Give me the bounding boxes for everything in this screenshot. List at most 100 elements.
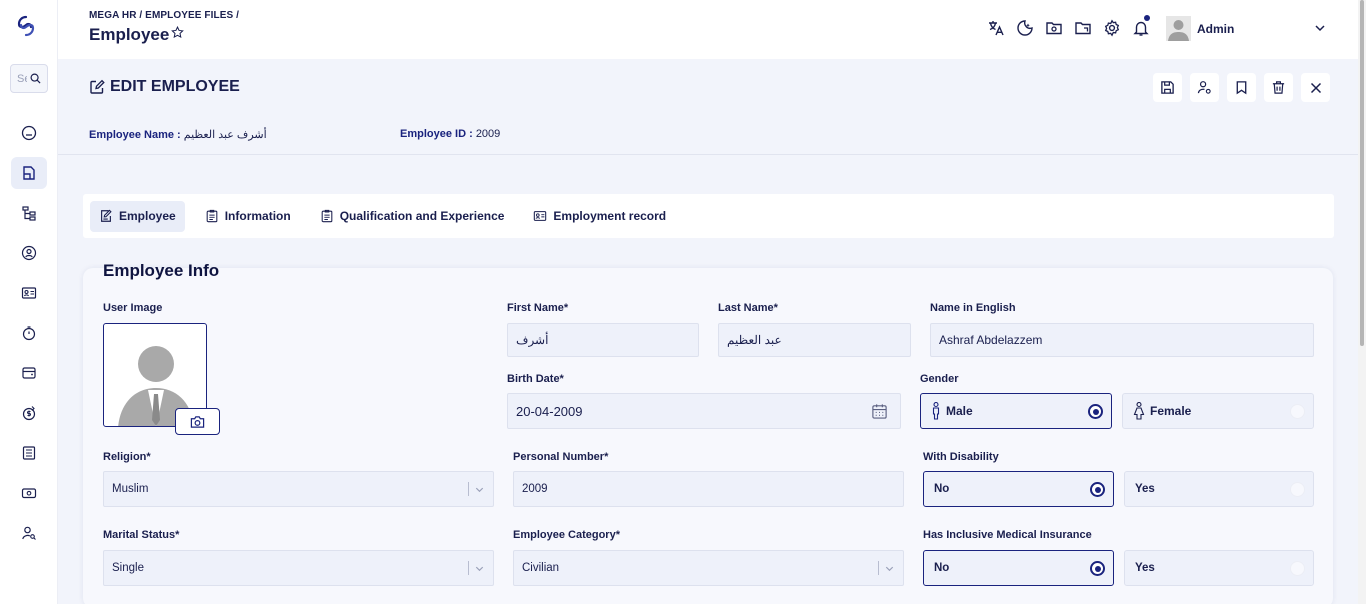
calendar-icon[interactable] bbox=[871, 403, 888, 420]
dark-mode-icon bbox=[1017, 20, 1033, 36]
marital-status-label: Marital Status* bbox=[103, 529, 180, 541]
breadcrumb[interactable]: MEGA HR / EMPLOYEE FILES / bbox=[89, 10, 239, 21]
sidebar-item-payroll[interactable] bbox=[11, 397, 47, 429]
personal-number-field[interactable]: 2009 bbox=[513, 471, 904, 507]
close-button[interactable] bbox=[1301, 73, 1330, 102]
app-logo-icon[interactable] bbox=[14, 14, 38, 38]
marital-status-select[interactable]: Single bbox=[103, 550, 494, 586]
bookmark-button[interactable] bbox=[1227, 73, 1256, 102]
notification-badge bbox=[1144, 15, 1150, 21]
clipboard-list-icon bbox=[321, 209, 333, 223]
first-name-field[interactable]: أشرف bbox=[507, 323, 699, 357]
scrollbar-thumb[interactable] bbox=[1360, 0, 1364, 346]
sidebar-item-document-list[interactable] bbox=[11, 437, 47, 469]
birth-date-label: Birth Date* bbox=[507, 373, 564, 385]
sidebar-item-user-search[interactable] bbox=[11, 517, 47, 549]
translate-button[interactable] bbox=[986, 18, 1006, 38]
edit-title-text: EDIT EMPLOYEE bbox=[110, 78, 240, 95]
last-name-field[interactable]: عبد العظيم bbox=[718, 323, 911, 357]
employee-id-meta: Employee ID : 2009 bbox=[400, 128, 500, 140]
sidebar-item-money[interactable] bbox=[11, 477, 47, 509]
disability-yes-option[interactable]: Yes bbox=[1124, 471, 1314, 507]
gender-female-option[interactable]: Female bbox=[1122, 393, 1314, 429]
religion-select[interactable]: Muslim bbox=[103, 471, 494, 507]
sidebar-item-dashboard[interactable] bbox=[11, 117, 47, 149]
settings-button[interactable] bbox=[1102, 18, 1122, 38]
notifications-button[interactable] bbox=[1131, 15, 1151, 38]
insurance-yes-option[interactable]: Yes bbox=[1124, 550, 1314, 586]
radio-unselected[interactable] bbox=[1290, 482, 1305, 497]
chevron-down-icon bbox=[885, 566, 894, 571]
camera-icon bbox=[190, 415, 205, 428]
radio-unselected[interactable] bbox=[1290, 404, 1305, 419]
male-icon bbox=[932, 402, 940, 420]
section-title: Employee Info bbox=[103, 261, 220, 280]
tab-employee[interactable]: Employee bbox=[90, 200, 185, 232]
sidebar-item-timer[interactable] bbox=[11, 317, 47, 349]
upload-photo-button[interactable] bbox=[175, 408, 220, 435]
employee-category-dropdown[interactable] bbox=[878, 561, 895, 575]
page-scrollbar[interactable] bbox=[1358, 0, 1366, 604]
action-toolbar bbox=[1153, 73, 1330, 102]
female-icon bbox=[1133, 402, 1145, 420]
name-english-field[interactable]: Ashraf Abdelazzem bbox=[930, 323, 1314, 357]
page-title-text: Employee bbox=[89, 25, 170, 44]
religion-dropdown[interactable] bbox=[468, 482, 485, 496]
employee-id-value: 2009 bbox=[475, 128, 501, 140]
avatar[interactable] bbox=[1166, 16, 1191, 41]
dark-mode-button[interactable] bbox=[1015, 18, 1035, 38]
id-card-icon bbox=[534, 211, 547, 221]
radio-unselected[interactable] bbox=[1290, 561, 1305, 576]
chevron-down-icon[interactable] bbox=[1313, 21, 1327, 35]
save-button[interactable] bbox=[1153, 73, 1182, 102]
last-name-label: Last Name* bbox=[718, 302, 778, 314]
tab-label: Qualification and Experience bbox=[339, 209, 505, 223]
tab-qualification[interactable]: Qualification and Experience bbox=[311, 201, 514, 232]
user-image-label: User Image bbox=[103, 302, 163, 314]
sidebar-search[interactable]: Search bbox=[10, 64, 48, 93]
tab-information[interactable]: Information bbox=[196, 201, 300, 232]
user-settings-button[interactable] bbox=[1190, 73, 1219, 102]
radio-selected[interactable] bbox=[1090, 482, 1105, 497]
employee-name-value: أشرف عبد العظيم bbox=[183, 129, 267, 141]
folder-button[interactable] bbox=[1073, 18, 1093, 38]
disability-yes-label: Yes bbox=[1135, 483, 1155, 495]
disability-no-option[interactable]: No bbox=[923, 471, 1114, 507]
insurance-no-option[interactable]: No bbox=[923, 550, 1114, 586]
dashboard-icon bbox=[21, 125, 37, 141]
sidebar: Search bbox=[0, 0, 58, 604]
folder-camera-button[interactable] bbox=[1044, 18, 1064, 38]
money-icon bbox=[21, 488, 37, 499]
radio-selected[interactable] bbox=[1090, 561, 1105, 576]
search-icon bbox=[30, 73, 41, 84]
insurance-yes-label: Yes bbox=[1135, 562, 1155, 574]
employee-name-label: Employee Name : bbox=[89, 129, 181, 141]
user-name[interactable]: Admin bbox=[1197, 22, 1234, 36]
gender-label: Gender bbox=[920, 373, 959, 385]
gender-male-option[interactable]: Male bbox=[920, 393, 1112, 429]
save-icon bbox=[1161, 81, 1174, 94]
name-english-label: Name in English bbox=[930, 302, 1016, 314]
birth-date-field[interactable]: 20-04-2009 bbox=[507, 393, 901, 429]
radio-selected[interactable] bbox=[1088, 404, 1103, 419]
sidebar-item-org-structure[interactable] bbox=[11, 197, 47, 229]
tab-employment-record[interactable]: Employment record bbox=[524, 201, 675, 232]
bell-icon bbox=[1133, 21, 1149, 36]
sidebar-item-employee-files[interactable] bbox=[11, 157, 47, 189]
delete-button[interactable] bbox=[1264, 73, 1293, 102]
clipboard-list-icon bbox=[206, 209, 218, 223]
user-circle-icon bbox=[21, 245, 37, 261]
sidebar-item-id-card[interactable] bbox=[11, 277, 47, 309]
gender-female-label: Female bbox=[1150, 404, 1192, 418]
employee-category-select[interactable]: Civilian bbox=[513, 550, 904, 586]
employee-files-icon bbox=[23, 166, 35, 180]
user-settings-icon bbox=[1197, 81, 1211, 94]
marital-status-dropdown[interactable] bbox=[468, 561, 485, 575]
tab-label: Employee bbox=[119, 209, 176, 223]
edit-icon bbox=[90, 79, 105, 94]
insurance-no-label: No bbox=[934, 562, 950, 574]
sidebar-item-wallet[interactable] bbox=[11, 357, 47, 389]
with-disability-label: With Disability bbox=[923, 451, 999, 463]
favorite-star-icon[interactable] bbox=[171, 25, 185, 39]
sidebar-item-user[interactable] bbox=[11, 237, 47, 269]
